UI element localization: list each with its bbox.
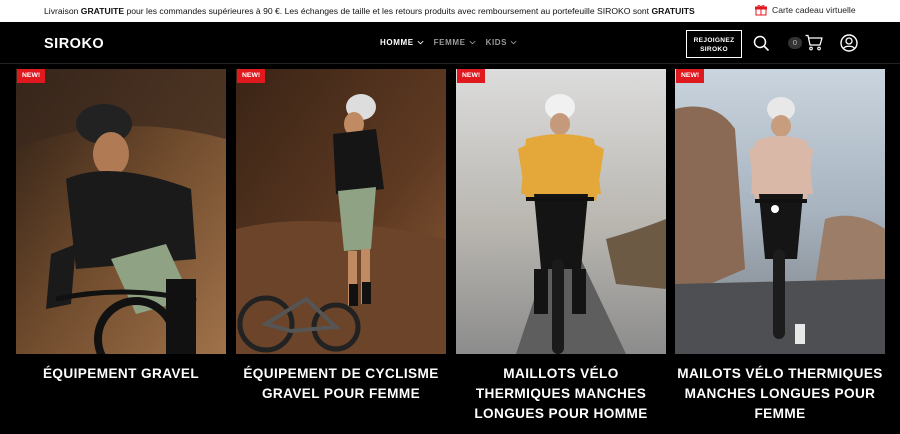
nav-item-homme[interactable]: HOMME <box>380 38 424 47</box>
join-label-line2: SIROKO <box>700 46 728 53</box>
chevron-down-icon <box>469 40 475 45</box>
new-badge: NEW! <box>237 69 266 83</box>
product-image[interactable]: NEW! <box>236 69 446 354</box>
gift-card-label: Carte cadeau virtuelle <box>772 5 856 15</box>
product-image[interactable]: NEW! <box>456 69 666 354</box>
main-nav: HOMME FEMME KIDS <box>380 38 517 47</box>
product-title[interactable]: ÉQUIPEMENT DE CYCLISME GRAVEL POUR FEMME <box>236 364 446 404</box>
cyclist-yellow-jersey-photo <box>456 69 666 354</box>
nav-label-femme: FEMME <box>433 38 466 47</box>
gift-card-link[interactable]: Carte cadeau virtuelle <box>755 4 856 16</box>
shipping-message: Livraison GRATUITE pour les commandes su… <box>44 6 695 16</box>
cyclist-pink-jersey-photo <box>675 69 885 354</box>
product-image[interactable]: NEW! <box>675 69 885 354</box>
product-card-gravel-women[interactable]: NEW! ÉQUIPEMENT DE CYCLISME GRAVEL POUR … <box>236 69 446 404</box>
product-title[interactable]: MAILLOTS VÉLO THERMIQUES MANCHES LONGUES… <box>456 364 666 424</box>
nav-label-homme: HOMME <box>380 38 414 47</box>
gift-icon <box>755 5 767 16</box>
new-badge: NEW! <box>676 69 705 83</box>
chevron-down-icon <box>417 40 424 45</box>
siroko-logo[interactable]: SIROKO <box>44 36 104 52</box>
product-title[interactable]: ÉQUIPEMENT GRAVEL <box>16 364 226 384</box>
message-bold-free-returns: GRATUITS <box>651 6 695 16</box>
message-text: Livraison <box>44 6 81 16</box>
product-card-thermal-jersey-women[interactable]: NEW! MAILOTS VÉLO THERMIQUES MANCHES LON… <box>675 69 885 424</box>
new-badge: NEW! <box>457 69 486 83</box>
cart-icon <box>805 34 823 51</box>
product-card-thermal-jersey-men[interactable]: NEW! MAILLOTS VÉLO THERMIQUES MANCHES LO… <box>456 69 666 424</box>
nav-item-femme[interactable]: FEMME <box>434 38 476 47</box>
search-icon[interactable] <box>753 35 770 52</box>
nav-label-kids: KIDS <box>485 38 508 47</box>
account-icon[interactable] <box>840 34 858 52</box>
join-siroko-button[interactable]: REJOIGNEZ SIROKO <box>686 30 742 58</box>
cyclist-gravel-photo <box>16 69 226 354</box>
nav-item-kids[interactable]: KIDS <box>486 38 518 47</box>
product-image[interactable]: NEW! <box>16 69 226 354</box>
product-title[interactable]: MAILOTS VÉLO THERMIQUES MANCHES LONGUES … <box>675 364 885 424</box>
cart-count-badge: 0 <box>788 36 802 49</box>
new-badge: NEW! <box>17 69 46 83</box>
announcement-bar: Livraison GRATUITE pour les commandes su… <box>0 0 900 22</box>
join-label-line1: REJOIGNEZ <box>693 37 735 44</box>
product-card-gravel-men[interactable]: NEW! ÉQUIPEMENT GRAVEL <box>16 69 226 384</box>
message-bold-free: GRATUITE <box>80 6 125 16</box>
site-header: SIROKO HOMME FEMME KIDS REJOIGNEZ SIROKO… <box>0 22 900 64</box>
chevron-down-icon <box>510 40 517 45</box>
cart-button[interactable]: 0 <box>788 34 823 51</box>
cyclist-resting-photo <box>236 69 446 354</box>
message-text-2: pour les commandes supérieures à 90 €. L… <box>124 6 652 16</box>
